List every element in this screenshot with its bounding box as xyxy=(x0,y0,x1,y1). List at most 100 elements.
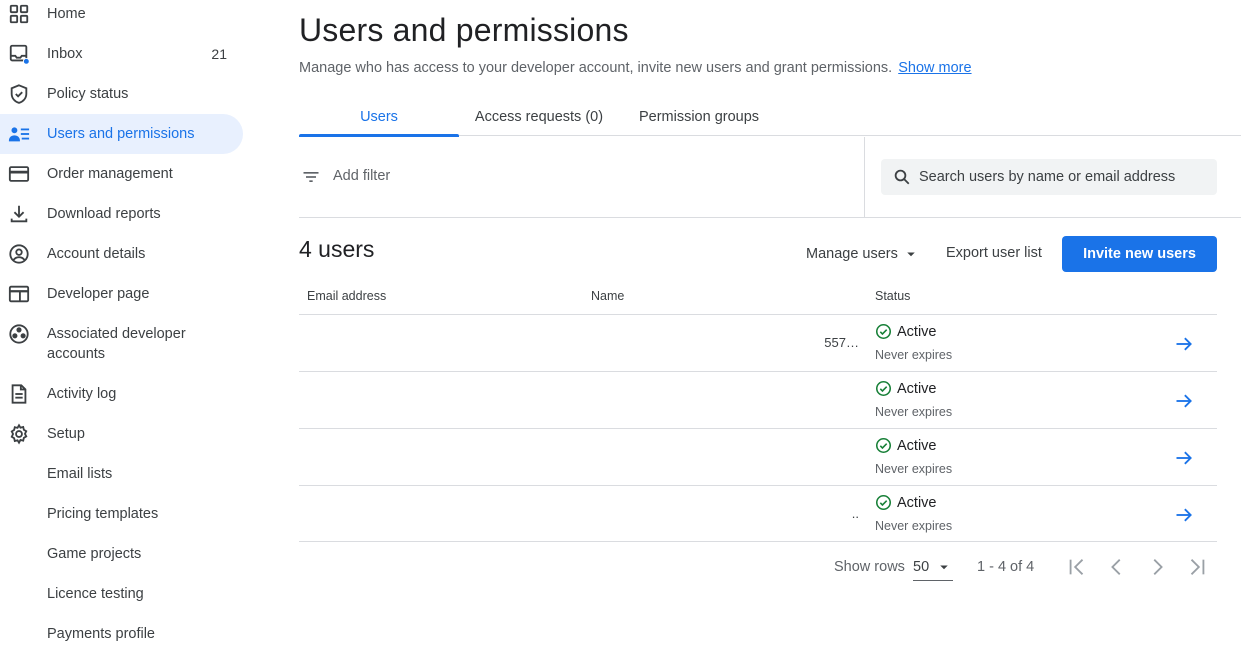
sidebar-item-pricing-templates[interactable]: Pricing templates xyxy=(0,494,243,534)
expiry-text: Never expires xyxy=(875,348,953,362)
credit-card-icon xyxy=(8,163,30,185)
filter-divider xyxy=(864,137,865,217)
status-text: Active xyxy=(897,494,937,511)
sidebar-item-label: Developer page xyxy=(47,286,150,302)
arrow-right-icon[interactable] xyxy=(1173,448,1195,468)
sidebar-item-setup[interactable]: Setup xyxy=(0,414,243,454)
rows-per-page-value: 50 xyxy=(913,558,930,575)
next-page-icon[interactable] xyxy=(1146,556,1168,578)
download-icon xyxy=(8,203,30,225)
status-text: Active xyxy=(897,437,937,454)
user-count: 4 users xyxy=(299,236,375,262)
cell-email: 557… xyxy=(824,335,859,350)
first-page-icon[interactable] xyxy=(1066,556,1088,578)
invite-new-users-button[interactable]: Invite new users xyxy=(1062,236,1217,272)
filter-icon[interactable] xyxy=(301,167,321,187)
rows-per-page-select[interactable]: 50 xyxy=(913,553,953,581)
sidebar-item-label: Game projects xyxy=(47,546,142,562)
arrow-right-icon[interactable] xyxy=(1173,334,1195,354)
page-title: Users and permissions xyxy=(299,12,629,48)
expiry-text: Never expires xyxy=(875,462,953,476)
status-cell: Active xyxy=(875,380,937,397)
inbox-icon xyxy=(8,43,30,65)
gear-icon xyxy=(8,423,30,445)
sidebar-item-activity-log[interactable]: Activity log xyxy=(0,374,243,414)
table-row[interactable]: 557… Active Never expires xyxy=(299,314,1217,371)
expiry-text: Never expires xyxy=(875,519,953,533)
sidebar-item-developer-page[interactable]: Developer page xyxy=(0,274,243,314)
sidebar-item-label: Setup xyxy=(47,426,85,442)
sidebar-item-download-reports[interactable]: Download reports xyxy=(0,194,243,234)
linked-accounts-icon xyxy=(8,323,30,345)
sidebar-item-label: Order management xyxy=(47,166,173,182)
table-row[interactable]: Active Never expires xyxy=(299,371,1217,428)
sidebar-item-policy-status[interactable]: Policy status xyxy=(0,74,243,114)
grid-icon xyxy=(8,3,30,25)
sidebar-item-order-management[interactable]: Order management xyxy=(0,154,243,194)
caret-down-icon xyxy=(940,565,948,570)
sidebar-item-users-and-permissions[interactable]: Users and permissions xyxy=(0,114,243,154)
sidebar: Home Inbox 21 Policy status Users and pe… xyxy=(0,0,243,668)
sidebar-item-label: Account details xyxy=(47,246,146,262)
shield-icon xyxy=(8,83,30,105)
check-circle-icon xyxy=(875,494,892,511)
sidebar-item-account-details[interactable]: Account details xyxy=(0,234,243,274)
column-header-name[interactable]: Name xyxy=(591,289,624,303)
search-input[interactable] xyxy=(919,159,1209,195)
sidebar-item-payments-profile[interactable]: Payments profile xyxy=(0,614,243,654)
show-more-link[interactable]: Show more xyxy=(898,60,971,76)
manage-users-label: Manage users xyxy=(806,246,898,262)
arrow-right-icon[interactable] xyxy=(1173,505,1195,525)
tab-access-requests[interactable]: Access requests (0) xyxy=(469,98,609,136)
tab-users[interactable]: Users xyxy=(299,98,459,137)
manage-users-dropdown[interactable]: Manage users xyxy=(806,245,920,263)
document-icon xyxy=(8,383,30,405)
table-row[interactable]: .. Active Never expires xyxy=(299,485,1217,542)
tab-permission-groups[interactable]: Permission groups xyxy=(632,98,766,136)
search-box xyxy=(881,159,1217,195)
export-user-list-button[interactable]: Export user list xyxy=(946,245,1042,261)
sidebar-item-label: Inbox xyxy=(47,46,83,62)
sidebar-item-label: Email lists xyxy=(47,466,113,482)
previous-page-icon[interactable] xyxy=(1106,556,1128,578)
cell-email: .. xyxy=(851,506,859,521)
page-description: Manage who has access to your developer … xyxy=(299,60,972,76)
account-circle-icon xyxy=(8,243,30,265)
check-circle-icon xyxy=(875,437,892,454)
sidebar-item-associated-developer-accounts[interactable]: Associated developer accounts xyxy=(0,314,243,366)
tab-bar: Users Access requests (0) Permission gro… xyxy=(299,98,1241,137)
expiry-text: Never expires xyxy=(875,405,953,419)
sidebar-item-label: Payments profile xyxy=(47,626,155,642)
status-cell: Active xyxy=(875,437,937,454)
sidebar-item-home[interactable]: Home xyxy=(0,0,243,34)
pagination-range: 1 - 4 of 4 xyxy=(977,559,1035,575)
sidebar-item-label: Activity log xyxy=(47,386,117,402)
status-text: Active xyxy=(897,380,937,397)
page-description-text: Manage who has access to your developer … xyxy=(299,60,893,76)
column-header-status[interactable]: Status xyxy=(875,289,910,303)
sidebar-item-email-lists[interactable]: Email lists xyxy=(0,454,243,494)
users-list-icon xyxy=(8,123,30,145)
add-filter-button[interactable]: Add filter xyxy=(333,168,390,184)
status-text: Active xyxy=(897,323,937,340)
last-page-icon[interactable] xyxy=(1186,556,1208,578)
show-rows-label: Show rows xyxy=(834,559,905,575)
inbox-count-badge: 21 xyxy=(211,46,227,62)
filter-bar: Add filter xyxy=(299,137,1241,218)
sidebar-item-label: Associated developer accounts xyxy=(47,326,186,362)
web-page-icon xyxy=(8,283,30,305)
sidebar-item-label: Home xyxy=(47,6,86,22)
check-circle-icon xyxy=(875,380,892,397)
sidebar-item-game-projects[interactable]: Game projects xyxy=(0,534,243,574)
search-icon xyxy=(894,169,910,185)
caret-down-icon xyxy=(907,252,915,257)
sidebar-item-label: Pricing templates xyxy=(47,506,159,522)
sidebar-item-inbox[interactable]: Inbox 21 xyxy=(0,34,243,74)
arrow-right-icon[interactable] xyxy=(1173,391,1195,411)
sidebar-item-label: Download reports xyxy=(47,206,161,222)
sidebar-item-licence-testing[interactable]: Licence testing xyxy=(0,574,243,614)
sidebar-item-label: Policy status xyxy=(47,86,129,102)
sidebar-item-label: Users and permissions xyxy=(47,126,195,142)
column-header-email[interactable]: Email address xyxy=(307,289,386,303)
table-row[interactable]: Active Never expires xyxy=(299,428,1217,485)
